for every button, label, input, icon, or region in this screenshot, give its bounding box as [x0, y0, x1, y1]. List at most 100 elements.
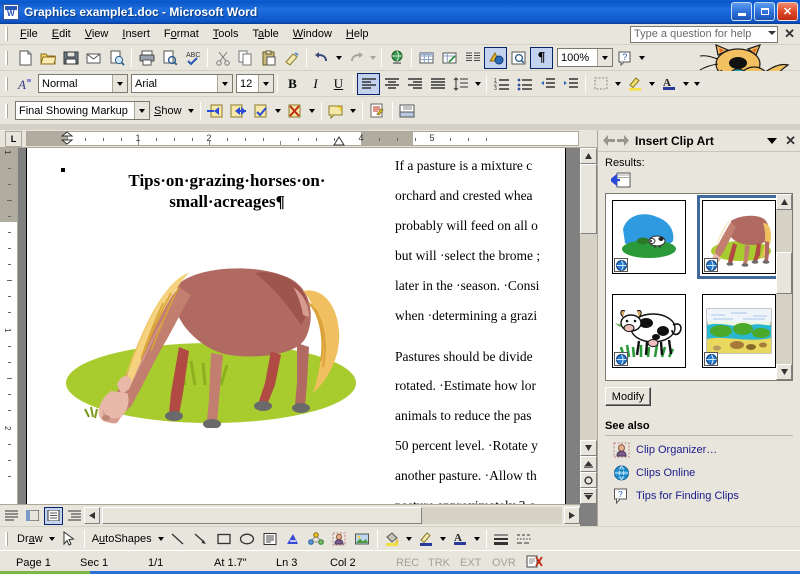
copy-icon[interactable] — [234, 47, 257, 69]
columns-icon[interactable] — [461, 47, 484, 69]
highlight-dropdown-icon[interactable] — [646, 73, 657, 95]
results-scroll-up-button[interactable] — [776, 194, 792, 210]
open-folder-icon[interactable] — [36, 47, 59, 69]
font-color-dropdown-icon[interactable] — [680, 73, 691, 95]
print-icon[interactable] — [135, 47, 158, 69]
autoshapes-menu-button[interactable]: Au toShapes — [88, 528, 156, 550]
clip-art-thumbnail[interactable] — [612, 294, 686, 368]
drawing-toolbar-grip[interactable] — [3, 531, 10, 547]
font-color-icon[interactable]: A — [657, 73, 680, 95]
horizontal-ruler[interactable]: L 1 2 4 5 — [0, 130, 597, 148]
accept-dropdown-icon[interactable] — [273, 100, 284, 122]
office-help-icon[interactable]: ? — [613, 47, 636, 69]
scroll-left-button[interactable] — [84, 507, 100, 524]
line-spacing-icon[interactable] — [449, 73, 472, 95]
zoom-combo[interactable]: 100% — [557, 48, 613, 67]
document-page[interactable]: Tips·on·grazing·horses·on· small·acreage… — [26, 148, 566, 504]
diagram-icon[interactable] — [305, 528, 328, 550]
display-for-review-combo[interactable]: Final Showing Markup — [15, 101, 150, 120]
borders-dropdown-icon[interactable] — [612, 73, 623, 95]
fill-color-dropdown-icon[interactable] — [404, 528, 415, 550]
format-painter-icon[interactable] — [280, 47, 303, 69]
align-right-icon[interactable] — [403, 73, 426, 95]
normal-view-icon[interactable] — [2, 507, 21, 525]
new-comment-dropdown-icon[interactable] — [348, 100, 359, 122]
save-disk-icon[interactable] — [59, 47, 82, 69]
left-tab-icon[interactable]: L — [5, 130, 22, 147]
menu-view[interactable]: View — [78, 26, 116, 42]
scroll-down-button[interactable] — [580, 440, 597, 456]
menu-window[interactable]: Window — [286, 26, 339, 42]
restore-button[interactable] — [754, 2, 775, 21]
menu-file[interactable]: File — [13, 26, 45, 42]
menu-format[interactable]: Format — [157, 26, 206, 42]
borders-icon[interactable] — [589, 73, 612, 95]
clip-art-results-box[interactable] — [605, 193, 793, 381]
line-icon[interactable] — [167, 528, 190, 550]
font-color-dropdown-icon[interactable] — [472, 528, 483, 550]
document-horizontal-scrollbar[interactable] — [0, 504, 580, 526]
zoom-dropdown-icon[interactable] — [597, 49, 612, 66]
bold-button[interactable]: B — [281, 73, 304, 95]
undo-dropdown-icon[interactable] — [333, 47, 344, 69]
font-size-combo[interactable]: 12 — [236, 74, 274, 93]
results-scrollbar[interactable] — [776, 194, 792, 380]
chevron-down-icon[interactable] — [765, 134, 779, 148]
task-pane-forward-icon[interactable] — [616, 134, 630, 148]
reject-dropdown-icon[interactable] — [307, 100, 318, 122]
email-icon[interactable] — [82, 47, 105, 69]
paste-clipboard-icon[interactable] — [257, 47, 280, 69]
close-button[interactable]: ✕ — [777, 2, 798, 21]
menu-insert[interactable]: Insert — [115, 26, 157, 42]
styles-formatting-icon[interactable]: A — [13, 73, 36, 95]
justify-icon[interactable] — [426, 73, 449, 95]
decrease-indent-icon[interactable] — [536, 73, 559, 95]
results-scroll-down-button[interactable] — [776, 364, 792, 380]
select-arrow-icon[interactable] — [58, 528, 81, 550]
insert-table-icon[interactable] — [415, 47, 438, 69]
menu-edit[interactable]: Edit — [45, 26, 78, 42]
line-spacing-dropdown-icon[interactable] — [472, 73, 483, 95]
minimize-button[interactable] — [731, 2, 752, 21]
close-icon[interactable]: ✕ — [785, 133, 796, 149]
show-dropdown-icon[interactable] — [186, 100, 197, 122]
font-size-dropdown-icon[interactable] — [258, 75, 273, 92]
scroll-up-button[interactable] — [580, 148, 597, 164]
italic-button[interactable]: I — [304, 73, 327, 95]
style-dropdown-icon[interactable] — [112, 75, 127, 92]
markup-dropdown-icon[interactable] — [134, 102, 149, 119]
next-page-button[interactable] — [580, 488, 597, 504]
reviewing-pane-icon[interactable] — [396, 100, 419, 122]
rectangle-icon[interactable] — [213, 528, 236, 550]
previous-page-button[interactable] — [580, 456, 597, 472]
document-body-text[interactable]: If a pasture is a mixture c orchard and … — [395, 156, 580, 504]
next-change-icon[interactable] — [227, 100, 250, 122]
insert-picture-icon[interactable] — [351, 528, 374, 550]
grazing-horse-clipart[interactable] — [59, 243, 359, 429]
font-dropdown-icon[interactable] — [217, 75, 232, 92]
insert-excel-table-icon[interactable] — [438, 47, 461, 69]
new-document-icon[interactable] — [13, 47, 36, 69]
increase-indent-icon[interactable] — [559, 73, 582, 95]
reviewing-toolbar-grip[interactable] — [3, 103, 10, 119]
vertical-scroll-thumb[interactable] — [580, 164, 597, 234]
select-browse-object-button[interactable] — [580, 472, 597, 488]
text-box-icon[interactable] — [259, 528, 282, 550]
fill-color-icon[interactable] — [381, 528, 404, 550]
formatting-toolbar-grip[interactable] — [3, 76, 10, 92]
dash-style-icon[interactable] — [513, 528, 536, 550]
results-scroll-thumb[interactable] — [776, 252, 792, 294]
horizontal-scroll-track[interactable] — [102, 507, 562, 524]
web-layout-view-icon[interactable] — [23, 507, 42, 525]
document-vertical-scrollbar[interactable] — [580, 148, 597, 504]
status-ext[interactable]: EXT — [458, 557, 490, 569]
scroll-right-button[interactable] — [564, 507, 580, 524]
document-heading[interactable]: Tips·on·grazing·horses·on· small·acreage… — [82, 170, 372, 213]
status-ovr[interactable]: OVR — [490, 557, 524, 569]
line-color-icon[interactable] — [415, 528, 438, 550]
highlight-icon[interactable] — [623, 73, 646, 95]
line-style-icon[interactable] — [490, 528, 513, 550]
ask-a-question-input[interactable]: Type a question for help — [630, 26, 778, 43]
reject-change-icon[interactable] — [284, 100, 307, 122]
print-preview-icon[interactable] — [158, 47, 181, 69]
